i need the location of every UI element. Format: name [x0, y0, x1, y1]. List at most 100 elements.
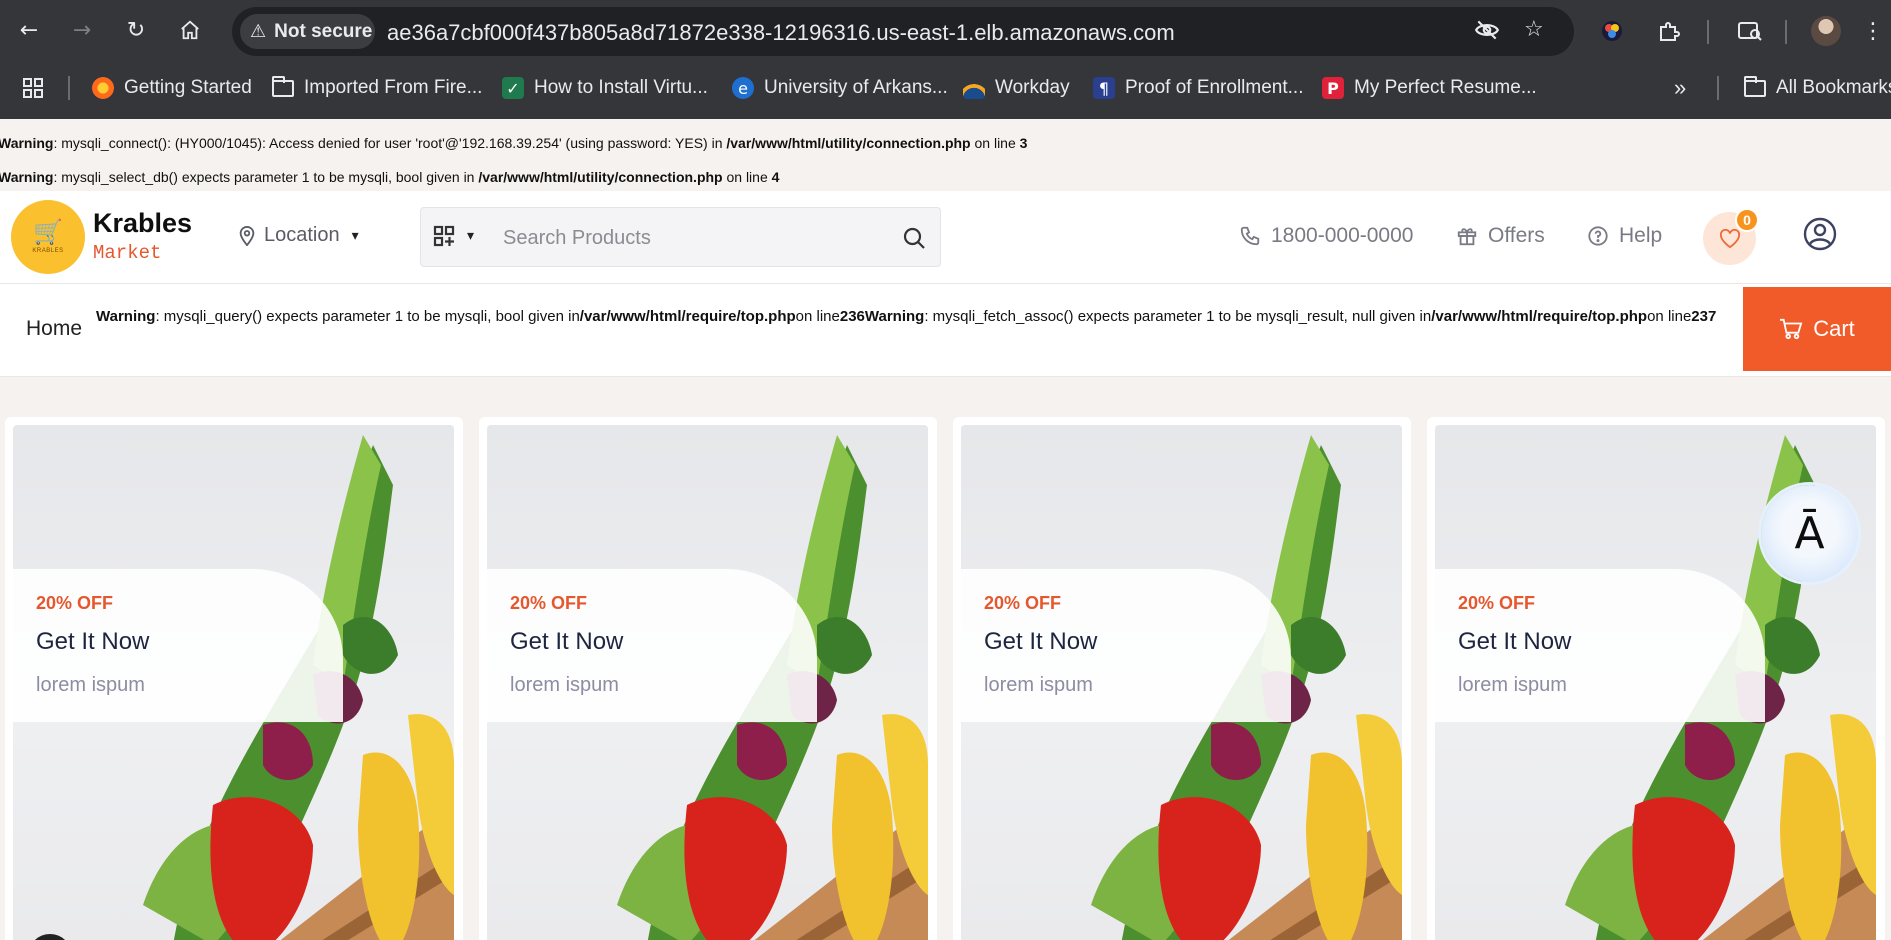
map-pin-icon [239, 225, 255, 246]
promo-card[interactable]: 20% OFF Get It Now lorem ispum [953, 417, 1411, 940]
menu-dots-icon[interactable]: ⋮ [1862, 14, 1884, 48]
warning-prefix: Warning [96, 308, 156, 325]
site-header: 🛒 KRABLES Krables Market Location ▾ ▾ 18… [0, 191, 1891, 284]
cart-label: Cart [1813, 316, 1855, 341]
warning-mid: on line [722, 169, 772, 185]
promo-card[interactable]: 20% OFF Get It Now lorem ispum [479, 417, 937, 940]
warning-path: /var/www/html/require/top.php [579, 308, 796, 325]
bookmark-university[interactable]: e University of Arkans... [732, 74, 948, 102]
help-label: Help [1619, 224, 1663, 247]
category-dropdown[interactable]: ▾ [433, 225, 474, 247]
profile-avatar[interactable] [1811, 16, 1841, 46]
tab-search-icon[interactable] [1733, 14, 1767, 48]
bookmark-star-icon[interactable]: ☆ [1524, 17, 1544, 42]
promo-image: 20% OFF Get It Now lorem ispum [13, 425, 454, 940]
chevron-down-icon: ▾ [467, 228, 475, 244]
warning-prefix: Warning [0, 135, 54, 151]
not-secure-chip[interactable]: ⚠ Not secure [240, 14, 375, 49]
site-logo[interactable]: 🛒 KRABLES [11, 200, 85, 274]
firefox-icon [92, 77, 114, 99]
home-icon[interactable] [173, 13, 207, 47]
bookmark-getting-started[interactable]: Getting Started [92, 74, 252, 102]
phone-contact[interactable]: 1800-000-0000 [1239, 224, 1413, 248]
all-bookmarks-button[interactable]: All Bookmarks [1744, 74, 1891, 102]
promo-title[interactable]: Get It Now [510, 628, 623, 656]
brand-subtitle: Market [93, 242, 162, 264]
url-text[interactable]: ae36a7cbf000f437b805a8d71872e338-1219631… [387, 20, 1175, 46]
forward-icon[interactable]: → [65, 13, 99, 47]
help-link[interactable]: Help [1587, 224, 1662, 248]
chevron-down-icon: ▾ [351, 227, 359, 244]
breadcrumb-home[interactable]: Home [26, 317, 82, 341]
user-account-icon[interactable] [1803, 217, 1837, 251]
promo-card[interactable]: 20% OFF Get It Now lorem ispum [5, 417, 463, 940]
back-icon[interactable]: ← [12, 13, 46, 47]
promo-title[interactable]: Get It Now [36, 628, 149, 656]
bookmark-perfect-resume[interactable]: P My Perfect Resume... [1322, 74, 1537, 102]
promo-title[interactable]: Get It Now [1458, 628, 1571, 656]
bookmarks-divider [1717, 76, 1719, 100]
bookmark-imported-folder[interactable]: Imported From Fire... [272, 74, 482, 102]
promo-subtitle: lorem ispum [984, 674, 1093, 696]
extension-color-icon[interactable] [1595, 14, 1629, 48]
toolbar-divider [1785, 20, 1787, 44]
extensions-puzzle-icon[interactable] [1652, 14, 1686, 48]
bookmark-label: Workday [995, 77, 1070, 98]
promo-subtitle: lorem ispum [36, 674, 145, 696]
cart-button[interactable]: Cart [1743, 287, 1891, 371]
bookmark-label: University of Arkans... [764, 77, 948, 98]
bookmark-label: Getting Started [124, 77, 252, 98]
eye-off-icon[interactable] [1474, 17, 1500, 49]
search-bar: ▾ [420, 207, 941, 267]
promo-overlay: 20% OFF Get It Now lorem ispum [1435, 569, 1765, 722]
search-icon[interactable] [898, 222, 930, 254]
bookmark-workday[interactable]: Workday [963, 74, 1070, 102]
warning-mid: on line [795, 308, 840, 325]
brand-name[interactable]: Krables [93, 208, 192, 239]
warning-path: /var/www/html/require/top.php [1431, 308, 1648, 325]
php-warning-select-db: Warning: mysqli_select_db() expects para… [0, 169, 779, 185]
globe-icon: e [732, 77, 754, 99]
bookmark-label: Imported From Fire... [304, 77, 483, 98]
workday-icon [963, 77, 985, 99]
apps-grid-icon[interactable] [22, 74, 44, 102]
warning-text: : mysqli_fetch_assoc() expects parameter… [924, 308, 1432, 325]
promo-discount: 20% OFF [36, 593, 114, 613]
promo-discount: 20% OFF [510, 593, 588, 613]
search-input[interactable] [503, 222, 903, 254]
not-secure-label: Not secure [274, 20, 373, 42]
bookmark-proof-enrollment[interactable]: ¶ Proof of Enrollment... [1093, 74, 1303, 102]
heart-icon [1719, 228, 1740, 248]
reload-icon[interactable]: ↻ [119, 13, 153, 47]
offers-link[interactable]: Offers [1456, 224, 1545, 248]
warning-text: : mysqli_query() expects parameter 1 to … [155, 308, 580, 325]
location-selector[interactable]: Location ▾ [238, 224, 359, 247]
bookmark-install-virtual[interactable]: ✓ How to Install Virtu... [502, 74, 708, 102]
gift-icon [1457, 228, 1477, 246]
warning-path: /var/www/html/utility/connection.php [478, 169, 723, 185]
php-warning-query: Warning: mysqli_query() expects paramete… [96, 308, 1716, 325]
warning-prefix: Warning [864, 308, 925, 325]
wishlist-count-badge: 0 [1735, 208, 1759, 232]
bookmarks-bar: Getting Started Imported From Fire... ✓ … [0, 68, 1891, 106]
floating-assistant-button[interactable]: Ā [1761, 485, 1858, 582]
toolbar-divider [1707, 20, 1709, 44]
all-bookmarks-label: All Bookmarks [1776, 77, 1891, 98]
promo-title[interactable]: Get It Now [984, 628, 1097, 656]
warning-text: : mysqli_select_db() expects parameter 1… [53, 169, 479, 185]
location-label: Location [264, 224, 340, 246]
logo-text: KRABLES [32, 248, 64, 254]
warning-mid: on line [1647, 308, 1692, 325]
warning-text: : mysqli_connect(): (HY000/1045): Access… [53, 135, 727, 151]
address-bar[interactable]: ⚠ Not secure ae36a7cbf000f437b805a8d7187… [232, 7, 1574, 56]
shield-icon: ✓ [502, 77, 524, 99]
promo-subtitle: lorem ispum [510, 674, 619, 696]
promo-overlay: 20% OFF Get It Now lorem ispum [487, 569, 817, 722]
warning-line: 4 [771, 169, 780, 185]
offers-label: Offers [1488, 224, 1545, 247]
page-content: Warning: mysqli_connect(): (HY000/1045):… [0, 119, 1891, 940]
bookmarks-overflow-button[interactable]: » [1674, 74, 1686, 102]
warning-line: 237 [1691, 308, 1717, 325]
promo-overlay: 20% OFF Get It Now lorem ispum [961, 569, 1291, 722]
shopping-cart-logo-icon: 🛒 [33, 218, 63, 246]
